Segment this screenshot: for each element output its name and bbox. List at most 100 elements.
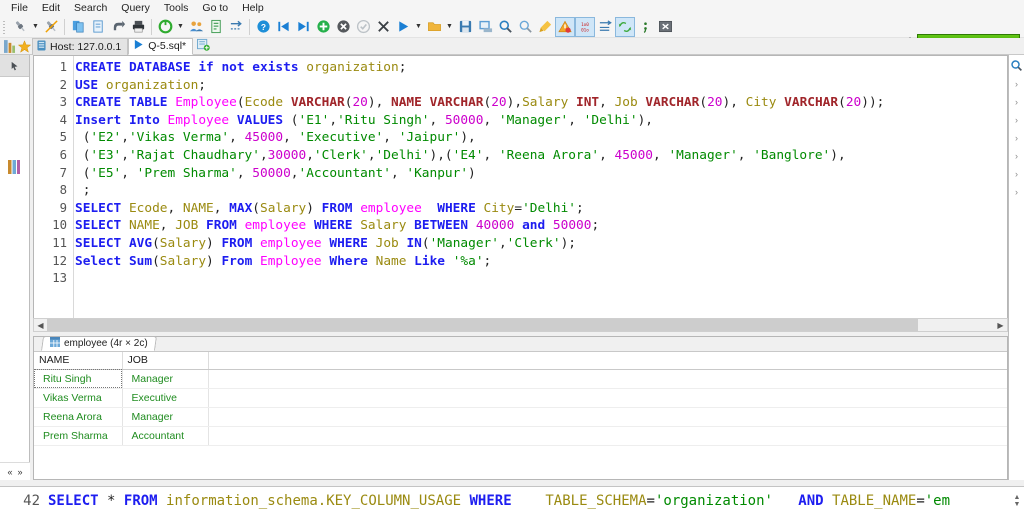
- panel-expand-chevron-5[interactable]: ›: [1009, 147, 1024, 165]
- code-line[interactable]: ('E2','Vikas Verma', 45000, 'Executive',…: [75, 129, 1007, 147]
- grid-cell-job[interactable]: Executive: [122, 388, 209, 408]
- code-line[interactable]: ('E3','Rajat Chaudhary',30000,'Clerk','D…: [75, 147, 1007, 165]
- scroll-left-button[interactable]: ◀: [34, 319, 47, 331]
- grid-cell-job[interactable]: Manager: [122, 369, 209, 389]
- code-line[interactable]: Insert Into Employee VALUES ('E1','Ritu …: [75, 112, 1007, 130]
- binary-data-icon[interactable]: 1o0 01o: [575, 16, 595, 37]
- dropdown-arrow-icon[interactable]: ▼: [30, 17, 41, 37]
- grid-cell-name[interactable]: Vikas Verma: [34, 388, 123, 408]
- grid-column-header-name[interactable]: NAME: [34, 352, 123, 370]
- grid-cell-job[interactable]: Manager: [122, 407, 209, 427]
- save-as-icon[interactable]: [475, 17, 495, 37]
- find-next-icon[interactable]: [515, 17, 535, 37]
- new-query-tab-icon[interactable]: [68, 17, 88, 37]
- save-icon[interactable]: [455, 17, 475, 37]
- code-line[interactable]: USE organization;: [75, 77, 1007, 95]
- code-line[interactable]: ('E5', 'Prem Sharma', 50000,'Accountant'…: [75, 165, 1007, 183]
- find-icon[interactable]: [495, 17, 515, 37]
- panel-expand-chevron-1[interactable]: ›: [1009, 75, 1024, 93]
- code-line[interactable]: Select Sum(Salary) From Employee Where N…: [75, 253, 1007, 271]
- format-sql-icon[interactable]: [595, 17, 615, 37]
- new-query-tab-button[interactable]: [193, 38, 216, 55]
- sql-editor[interactable]: 1 2 3 4 5 6 7 8 9 10 11 12 13 CREATE DATABASE if not…: [33, 55, 1008, 327]
- code-line[interactable]: CREATE DATABASE if not exists organizati…: [75, 59, 1007, 77]
- clear-icon[interactable]: [535, 17, 555, 37]
- tab-host-connection[interactable]: Host: 127.0.0.1: [32, 37, 129, 55]
- menu-item-edit[interactable]: Edit: [35, 0, 67, 16]
- favorites-star-icon[interactable]: [16, 39, 32, 54]
- object-browser-header[interactable]: [0, 55, 29, 77]
- last-record-icon[interactable]: [293, 17, 313, 37]
- objects-tab-icon[interactable]: [7, 160, 23, 176]
- menu-item-goto[interactable]: Go to: [195, 0, 235, 16]
- table-row[interactable]: Ritu Singh Manager: [34, 369, 1007, 389]
- error-warning-icon[interactable]: [555, 16, 575, 37]
- refresh-back-icon[interactable]: [108, 17, 128, 37]
- help-icon[interactable]: ?: [253, 17, 273, 37]
- code-line[interactable]: SELECT NAME, JOB FROM employee WHERE Sal…: [75, 217, 1007, 235]
- print-icon[interactable]: [128, 17, 148, 37]
- nav-next-button[interactable]: »: [18, 467, 23, 477]
- new-object-icon[interactable]: [88, 17, 108, 37]
- grid-body[interactable]: Ritu Singh Manager Vikas Verma Executive R…: [34, 369, 1007, 446]
- delete-record-icon[interactable]: [333, 17, 353, 37]
- panel-expand-chevron-7[interactable]: ›: [1009, 183, 1024, 201]
- dropdown-arrow-icon[interactable]: ▼: [413, 17, 424, 37]
- first-record-icon[interactable]: [273, 17, 293, 37]
- menu-item-search[interactable]: Search: [67, 0, 114, 16]
- scrollbar-track[interactable]: [47, 319, 994, 331]
- menu-item-query[interactable]: Query: [114, 0, 157, 16]
- table-row[interactable]: Reena Arora Manager: [34, 407, 1007, 427]
- scroll-up-arrow-icon[interactable]: ▲: [1014, 494, 1021, 501]
- editor-code-area[interactable]: CREATE DATABASE if not exists organizati…: [75, 56, 1007, 326]
- nav-prev-button[interactable]: «: [7, 467, 12, 477]
- grid-cell-job[interactable]: Accountant: [122, 426, 209, 446]
- sync-icon[interactable]: [615, 16, 635, 37]
- panel-search-icon[interactable]: [1009, 55, 1024, 75]
- history-scroll-control[interactable]: ▲ ▼: [1010, 488, 1024, 514]
- semicolon-icon[interactable]: [635, 17, 655, 37]
- grid-cell-name[interactable]: Reena Arora: [34, 407, 123, 427]
- open-file-icon[interactable]: [424, 17, 444, 37]
- table-row[interactable]: Prem Sharma Accountant: [34, 426, 1007, 446]
- cancel-icon[interactable]: [373, 17, 393, 37]
- scroll-down-arrow-icon[interactable]: ▼: [1014, 501, 1021, 508]
- code-line[interactable]: SELECT AVG(Salary) FROM employee WHERE J…: [75, 235, 1007, 253]
- add-record-icon[interactable]: [313, 17, 333, 37]
- stop-icon[interactable]: [655, 17, 675, 37]
- grid-column-header-job[interactable]: JOB: [122, 352, 209, 370]
- grid-cell-name[interactable]: Ritu Singh: [34, 369, 123, 389]
- schema-designer-icon[interactable]: [206, 17, 226, 37]
- panel-expand-chevron-3[interactable]: ›: [1009, 111, 1024, 129]
- panel-expand-chevron-4[interactable]: ›: [1009, 129, 1024, 147]
- execute-query-icon[interactable]: [393, 17, 413, 37]
- refresh-green-icon[interactable]: [155, 17, 175, 37]
- editor-horizontal-scrollbar[interactable]: ◀ ▶: [33, 318, 1008, 332]
- disconnect-icon[interactable]: [41, 17, 61, 37]
- toolbar-grip[interactable]: [2, 18, 8, 35]
- apply-changes-icon[interactable]: [353, 17, 373, 37]
- object-browser-icon[interactable]: [2, 39, 16, 54]
- panel-expand-chevron-2[interactable]: ›: [1009, 93, 1024, 111]
- dropdown-arrow-icon[interactable]: ▼: [175, 17, 186, 37]
- code-line[interactable]: SELECT Ecode, NAME, MAX(Salary) FROM emp…: [75, 200, 1007, 218]
- tab-query-q5[interactable]: Q-5.sql*: [128, 37, 194, 55]
- results-tab-employee[interactable]: employee (4r × 2c): [40, 336, 157, 351]
- dropdown-arrow-icon[interactable]: ▼: [444, 17, 455, 37]
- table-row[interactable]: Vikas Verma Executive: [34, 388, 1007, 408]
- menu-item-tools[interactable]: Tools: [157, 0, 196, 16]
- results-grid[interactable]: NAME JOB Ritu Singh Manager Vikas Verma Ex…: [34, 352, 1007, 446]
- sql-code[interactable]: CREATE DATABASE if not exists organizati…: [75, 56, 1007, 288]
- data-sync-icon[interactable]: [226, 17, 246, 37]
- code-line[interactable]: CREATE TABLE Employee(Ecode VARCHAR(20),…: [75, 94, 1007, 112]
- grid-cell-name[interactable]: Prem Sharma: [34, 426, 123, 446]
- scrollbar-thumb[interactable]: [47, 319, 919, 331]
- connect-icon[interactable]: [10, 17, 30, 37]
- panel-expand-chevron-6[interactable]: ›: [1009, 165, 1024, 183]
- scroll-right-button[interactable]: ▶: [994, 319, 1007, 331]
- history-query-text[interactable]: SELECT * FROM information_schema.KEY_COL…: [48, 493, 1010, 509]
- code-line[interactable]: [75, 270, 1007, 288]
- code-line[interactable]: ;: [75, 182, 1007, 200]
- user-manager-icon[interactable]: [186, 17, 206, 37]
- menu-item-file[interactable]: File: [4, 0, 35, 16]
